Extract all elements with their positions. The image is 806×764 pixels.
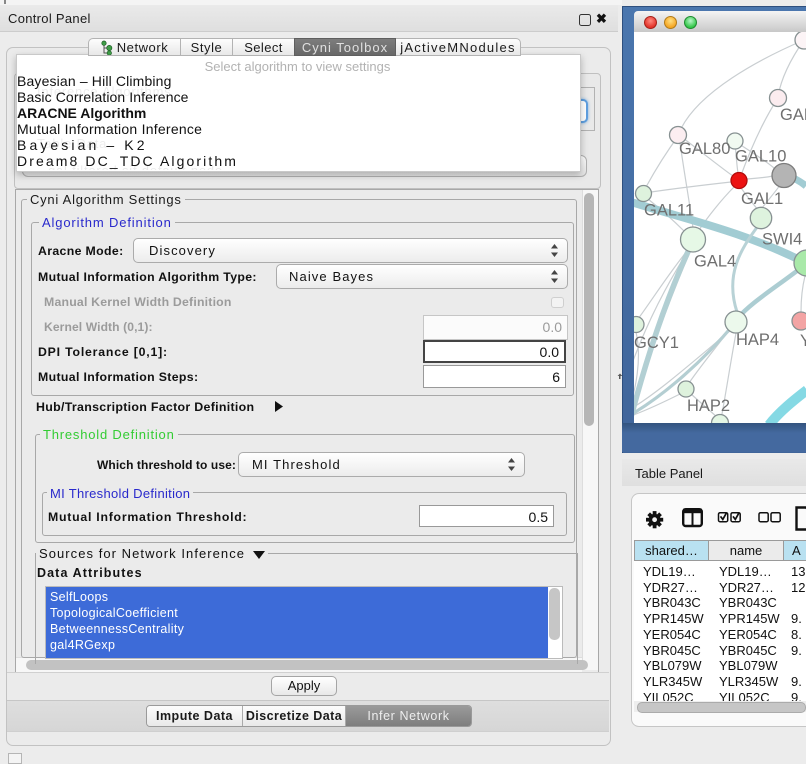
- svg-text:GAL1: GAL1: [741, 190, 783, 208]
- svg-text:GAL4: GAL4: [694, 253, 736, 271]
- svg-text:HAP4: HAP4: [736, 331, 779, 349]
- svg-text:GAL11: GAL11: [644, 202, 694, 220]
- svg-text:GAL10: GAL10: [735, 148, 786, 166]
- svg-text:GAL7: GAL7: [780, 106, 806, 124]
- svg-text:GCY1: GCY1: [634, 334, 679, 352]
- svg-text:HAP2: HAP2: [687, 397, 730, 415]
- svg-text:GAL80: GAL80: [679, 140, 730, 158]
- svg-text:Y: Y: [800, 332, 806, 350]
- svg-text:SWI4: SWI4: [762, 231, 802, 249]
